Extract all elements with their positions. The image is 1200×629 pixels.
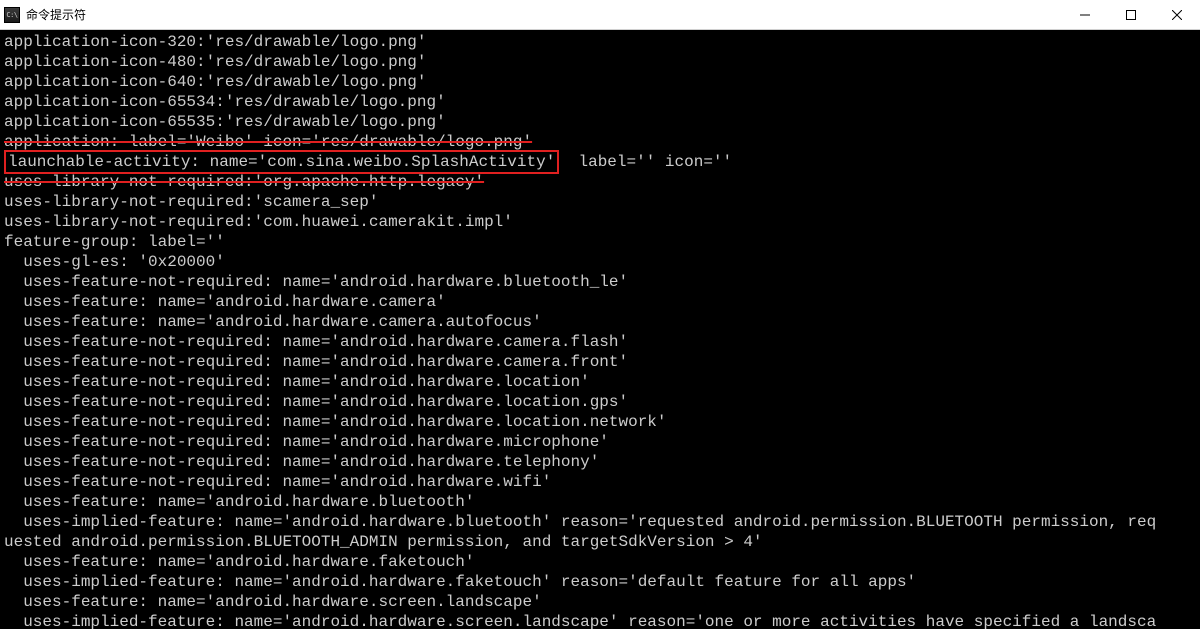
terminal-line: uses-implied-feature: name='android.hard… [4, 512, 1196, 532]
terminal-output[interactable]: application-icon-320:'res/drawable/logo.… [0, 30, 1200, 629]
terminal-line: uses-feature-not-required: name='android… [4, 432, 1196, 452]
terminal-line-highlight: launchable-activity: name='com.sina.weib… [4, 152, 1196, 172]
terminal-line: uses-feature-not-required: name='android… [4, 392, 1196, 412]
terminal-line: uses-feature: name='android.hardware.cam… [4, 292, 1196, 312]
terminal-line: uses-library-not-required:'org.apache.ht… [4, 172, 1196, 192]
terminal-line: application-icon-480:'res/drawable/logo.… [4, 52, 1196, 72]
terminal-line: application-icon-320:'res/drawable/logo.… [4, 32, 1196, 52]
terminal-line: uses-feature-not-required: name='android… [4, 352, 1196, 372]
titlebar-left: C:\ 命令提示符 [0, 6, 86, 23]
terminal-line: application: label='Weibo' icon='res/dra… [4, 132, 1196, 152]
window-controls [1062, 0, 1200, 29]
terminal-line: uses-feature-not-required: name='android… [4, 412, 1196, 432]
terminal-line: uses-gl-es: '0x20000' [4, 252, 1196, 272]
window-titlebar: C:\ 命令提示符 [0, 0, 1200, 30]
terminal-line: application-icon-65535:'res/drawable/log… [4, 112, 1196, 132]
terminal-line: uses-feature-not-required: name='android… [4, 372, 1196, 392]
terminal-line: uses-implied-feature: name='android.hard… [4, 612, 1196, 629]
terminal-line: uses-feature: name='android.hardware.fak… [4, 552, 1196, 572]
close-button[interactable] [1154, 0, 1200, 29]
terminal-line: uses-feature: name='android.hardware.blu… [4, 492, 1196, 512]
terminal-line: uested android.permission.BLUETOOTH_ADMI… [4, 532, 1196, 552]
terminal-line: uses-library-not-required:'com.huawei.ca… [4, 212, 1196, 232]
window-title: 命令提示符 [26, 6, 86, 23]
minimize-button[interactable] [1062, 0, 1108, 29]
maximize-button[interactable] [1108, 0, 1154, 29]
terminal-line: uses-feature: name='android.hardware.scr… [4, 592, 1196, 612]
terminal-line: uses-feature-not-required: name='android… [4, 452, 1196, 472]
terminal-line: uses-feature: name='android.hardware.cam… [4, 312, 1196, 332]
cmd-prompt-icon: C:\ [4, 7, 20, 23]
terminal-line: application-icon-65534:'res/drawable/log… [4, 92, 1196, 112]
terminal-line: uses-feature-not-required: name='android… [4, 472, 1196, 492]
terminal-line: uses-library-not-required:'scamera_sep' [4, 192, 1196, 212]
terminal-line: uses-implied-feature: name='android.hard… [4, 572, 1196, 592]
terminal-line: uses-feature-not-required: name='android… [4, 332, 1196, 352]
terminal-line: application-icon-640:'res/drawable/logo.… [4, 72, 1196, 92]
terminal-line: feature-group: label='' [4, 232, 1196, 252]
terminal-line: uses-feature-not-required: name='android… [4, 272, 1196, 292]
